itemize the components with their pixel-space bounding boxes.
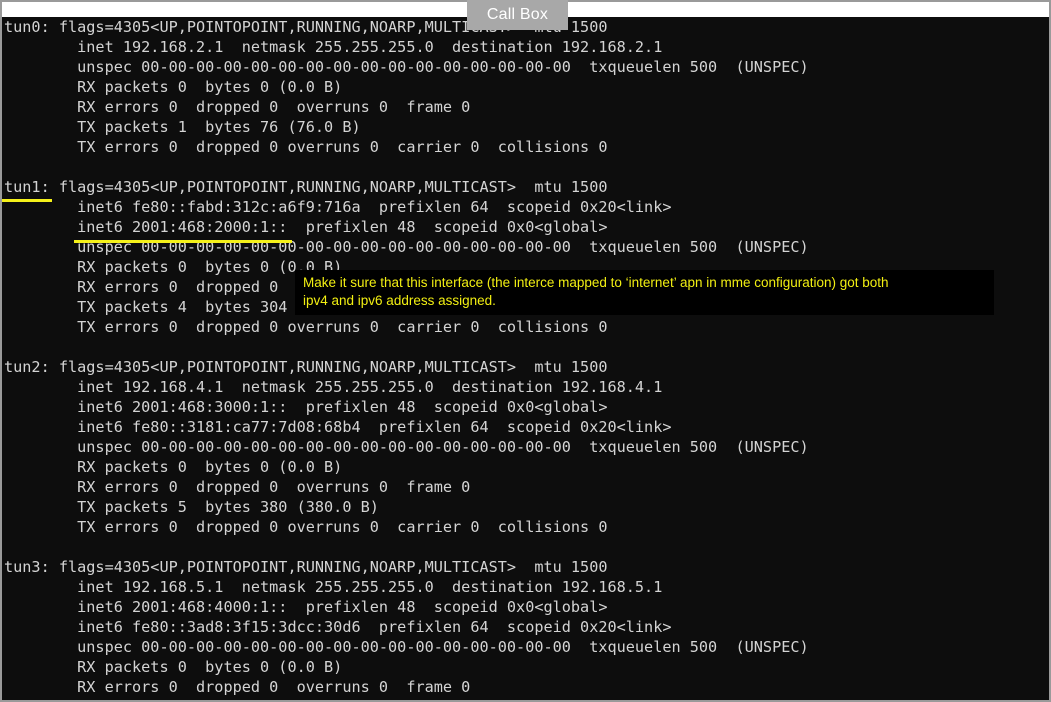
terminal-line: RX packets 0 bytes 0 (0.0 B) xyxy=(4,78,343,96)
terminal-output: tun0: flags=4305<UP,POINTOPOINT,RUNNING,… xyxy=(2,17,1049,697)
highlight-underline-tun1-global-ipv6-address xyxy=(74,240,292,243)
terminal-line: unspec 00-00-00-00-00-00-00-00-00-00-00-… xyxy=(4,58,809,76)
terminal-line: inet 192.168.2.1 netmask 255.255.255.0 d… xyxy=(4,38,663,56)
terminal-line: RX packets 0 bytes 0 (0.0 B) xyxy=(4,458,343,476)
call-box-tab[interactable]: Call Box xyxy=(467,0,568,30)
terminal-line: TX errors 0 dropped 0 overruns 0 carrier… xyxy=(4,518,608,536)
terminal-line: tun3: flags=4305<UP,POINTOPOINT,RUNNING,… xyxy=(4,558,608,576)
terminal-line: RX errors 0 dropped 0 overruns 0 frame 0 xyxy=(4,478,471,496)
terminal-line: TX errors 0 dropped 0 overruns 0 carrier… xyxy=(4,318,608,336)
terminal-line: inet6 fe80::fabd:312c:a6f9:716a prefixle… xyxy=(4,198,672,216)
terminal-line: inet6 2001:468:2000:1:: prefixlen 48 sco… xyxy=(4,218,608,236)
terminal-line: inet6 fe80::3181:ca77:7d08:68b4 prefixle… xyxy=(4,418,672,436)
terminal-line: inet 192.168.4.1 netmask 255.255.255.0 d… xyxy=(4,378,663,396)
terminal-line: tun2: flags=4305<UP,POINTOPOINT,RUNNING,… xyxy=(4,358,608,376)
terminal-line: RX errors 0 dropped 0 overruns 0 frame 0 xyxy=(4,98,471,116)
terminal-line: RX packets 0 bytes 0 (0.0 B) xyxy=(4,658,343,676)
terminal-line: unspec 00-00-00-00-00-00-00-00-00-00-00-… xyxy=(4,638,809,656)
screenshot-root: tun0: flags=4305<UP,POINTOPOINT,RUNNING,… xyxy=(0,0,1051,702)
terminal-line: TX packets 1 bytes 76 (76.0 B) xyxy=(4,118,361,136)
terminal-line: inet6 2001:468:4000:1:: prefixlen 48 sco… xyxy=(4,598,608,616)
terminal-line: RX errors 0 dropped 0 overruns 0 frame 0 xyxy=(4,678,471,696)
terminal-line: inet6 fe80::3ad8:3f15:3dcc:30d6 prefixle… xyxy=(4,618,672,636)
annotation-line-1: Make it sure that this interface (the in… xyxy=(303,275,889,290)
terminal-console[interactable]: tun0: flags=4305<UP,POINTOPOINT,RUNNING,… xyxy=(0,17,1051,702)
terminal-line: TX packets 5 bytes 380 (380.0 B) xyxy=(4,498,379,516)
terminal-line: inet6 2001:468:3000:1:: prefixlen 48 sco… xyxy=(4,398,608,416)
highlight-underline-tun1-interface-name xyxy=(2,199,52,202)
terminal-line: TX errors 0 dropped 0 overruns 0 carrier… xyxy=(4,138,608,156)
annotation-line-2: ipv4 and ipv6 address assigned. xyxy=(303,293,496,308)
terminal-line: inet 192.168.5.1 netmask 255.255.255.0 d… xyxy=(4,578,663,596)
terminal-line: tun1: flags=4305<UP,POINTOPOINT,RUNNING,… xyxy=(4,178,608,196)
terminal-line: unspec 00-00-00-00-00-00-00-00-00-00-00-… xyxy=(4,438,809,456)
annotation-tooltip: Make it sure that this interface (the in… xyxy=(295,270,994,315)
